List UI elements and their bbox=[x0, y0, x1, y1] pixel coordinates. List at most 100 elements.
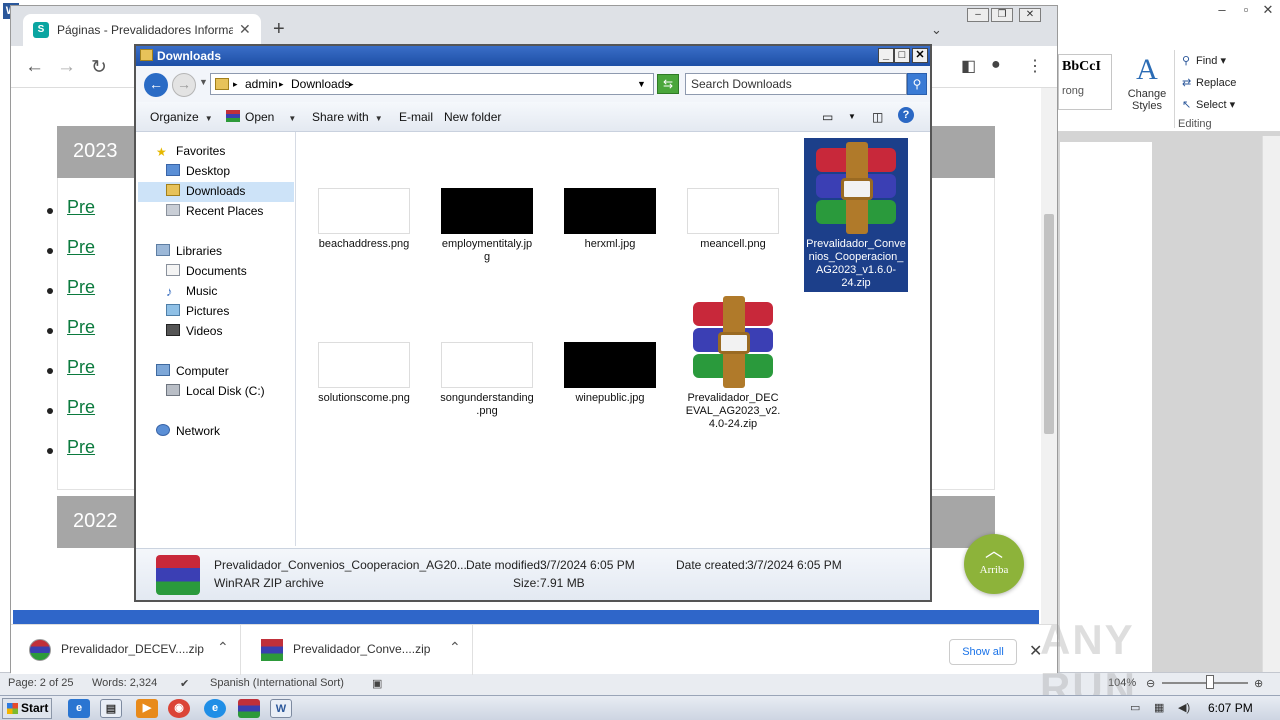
nav-desktop[interactable]: Desktop bbox=[166, 164, 230, 178]
word-count[interactable]: Words: 2,324 bbox=[92, 677, 157, 689]
prevalidador-link[interactable]: Pre bbox=[67, 317, 95, 338]
share-with-button[interactable]: Share with ▼ bbox=[312, 110, 383, 124]
prevalidador-link[interactable]: Pre bbox=[67, 357, 95, 378]
page-count[interactable]: Page: 2 of 25 bbox=[8, 677, 73, 689]
language-indicator[interactable]: Spanish (International Sort) bbox=[210, 677, 344, 689]
media-player-icon[interactable]: ▶ bbox=[136, 699, 158, 718]
file-item-image[interactable]: songunderstanding.png bbox=[437, 342, 537, 418]
sidepanel-icon[interactable]: ◧ bbox=[961, 56, 976, 76]
search-input[interactable]: Search Downloads bbox=[685, 73, 907, 95]
prevalidador-link[interactable]: Pre bbox=[67, 437, 95, 458]
nav-downloads[interactable]: Downloads bbox=[166, 184, 245, 198]
show-all-button[interactable]: Show all bbox=[949, 639, 1017, 665]
nav-recent-places[interactable]: Recent Places bbox=[166, 204, 263, 218]
tab-search-chevron-icon[interactable]: ⌄ bbox=[931, 22, 942, 38]
prevalidador-link[interactable]: Pre bbox=[67, 277, 95, 298]
style-gallery-item[interactable]: BbCcI rong bbox=[1058, 54, 1112, 110]
recent-pages-chevron-icon[interactable]: ▼ bbox=[199, 77, 208, 87]
macro-icon[interactable]: ▣ bbox=[372, 677, 382, 690]
chevron-up-icon[interactable]: ⌃ bbox=[449, 639, 461, 656]
file-item-archive[interactable]: Prevalidador_DECEVAL_AG2023_v2.4.0-24.zi… bbox=[683, 296, 783, 431]
back-arrow-icon[interactable]: ← bbox=[25, 56, 44, 78]
word-vertical-scrollbar[interactable] bbox=[1262, 136, 1280, 672]
nav-computer[interactable]: Computer bbox=[156, 364, 229, 378]
address-bar[interactable]: ▸ admin ▸ Downloads ▸ ▼ bbox=[210, 73, 654, 95]
prevalidador-link[interactable]: Pre bbox=[67, 397, 95, 418]
winrar-icon[interactable] bbox=[238, 699, 260, 718]
chrome-menu-icon[interactable]: ⋮ bbox=[1027, 56, 1043, 76]
address-dropdown-icon[interactable]: ▼ bbox=[637, 79, 646, 89]
change-view-icon[interactable]: ▭ bbox=[822, 110, 833, 124]
breadcrumb-separator-icon[interactable]: ▸ bbox=[349, 79, 354, 90]
tray-network-icon[interactable]: ▦ bbox=[1154, 701, 1164, 714]
proofing-icon[interactable]: ✔ bbox=[180, 677, 189, 690]
chrome-close-button[interactable]: ✕ bbox=[1019, 8, 1041, 22]
word-close-button[interactable]: ✕ bbox=[1258, 2, 1278, 18]
view-dropdown-icon[interactable]: ▼ bbox=[848, 112, 856, 121]
profile-avatar-icon[interactable]: ● bbox=[991, 56, 1001, 74]
prevalidador-link[interactable]: Pre bbox=[67, 237, 95, 258]
zoom-slider-thumb[interactable] bbox=[1206, 675, 1214, 689]
word-taskbar-icon[interactable]: W bbox=[270, 699, 292, 718]
start-button[interactable]: Start bbox=[2, 698, 52, 719]
clock[interactable]: 6:07 PM bbox=[1208, 701, 1253, 715]
back-to-top-button[interactable]: ︿ Arriba bbox=[964, 534, 1024, 594]
breadcrumb-admin[interactable]: admin bbox=[245, 77, 278, 91]
reload-icon[interactable]: ↻ bbox=[91, 56, 107, 79]
file-item-image[interactable]: winepublic.jpg bbox=[560, 342, 660, 405]
page-scrollbar-thumb[interactable] bbox=[1044, 214, 1054, 434]
preview-pane-icon[interactable]: ◫ bbox=[872, 110, 883, 124]
tray-volume-icon[interactable]: ◀) bbox=[1178, 701, 1190, 714]
forward-arrow-icon[interactable]: → bbox=[172, 73, 196, 97]
word-page[interactable] bbox=[1060, 142, 1152, 672]
new-folder-button[interactable]: New folder bbox=[444, 110, 501, 124]
help-icon[interactable]: ? bbox=[898, 107, 914, 123]
find-button[interactable]: ⚲ Find ▾ bbox=[1182, 54, 1226, 67]
zoom-in-icon[interactable]: ⊕ bbox=[1254, 677, 1263, 690]
nav-pictures[interactable]: Pictures bbox=[166, 304, 229, 318]
explorer-minimize-button[interactable]: _ bbox=[878, 48, 894, 63]
file-item-image[interactable]: employmentitaly.jpg bbox=[437, 188, 537, 264]
forward-arrow-icon[interactable]: → bbox=[57, 56, 76, 78]
explorer-close-button[interactable]: ✕ bbox=[912, 48, 928, 63]
chrome-restore-button[interactable]: ❐ bbox=[991, 8, 1013, 22]
browser-tab[interactable]: S Páginas - Prevalidadores Informacion ✕ bbox=[23, 14, 261, 46]
zoom-out-icon[interactable]: ⊖ bbox=[1146, 677, 1155, 690]
nav-libraries[interactable]: Libraries bbox=[156, 244, 222, 258]
nav-local-disk[interactable]: Local Disk (C:) bbox=[166, 384, 265, 398]
nav-network[interactable]: Network bbox=[156, 424, 220, 438]
word-maximize-button[interactable]: ▫ bbox=[1236, 2, 1256, 18]
file-item-image[interactable]: herxml.jpg bbox=[560, 188, 660, 251]
nav-videos[interactable]: Videos bbox=[166, 324, 222, 338]
back-arrow-icon[interactable]: ← bbox=[144, 73, 168, 97]
file-item-image[interactable]: beachaddress.png bbox=[314, 188, 414, 251]
word-minimize-button[interactable]: – bbox=[1212, 2, 1232, 18]
edge-icon[interactable]: e bbox=[204, 699, 226, 718]
download-item[interactable]: Prevalidador_Conve....zip ⌃ bbox=[243, 625, 473, 675]
tray-action-center-icon[interactable]: ▭ bbox=[1130, 701, 1140, 714]
prevalidador-link[interactable]: Pre bbox=[67, 197, 95, 218]
file-item-archive-selected[interactable]: Prevalidador_Convenios_Cooperacion_AG202… bbox=[804, 138, 908, 292]
nav-documents[interactable]: Documents bbox=[166, 264, 247, 278]
explorer-maximize-button[interactable]: □ bbox=[894, 48, 910, 63]
breadcrumb-separator-icon[interactable]: ▸ bbox=[233, 79, 238, 90]
open-button[interactable]: Open ▼ bbox=[226, 110, 296, 124]
chrome-minimize-button[interactable]: – bbox=[967, 8, 989, 22]
explorer-titlebar[interactable]: Downloads _ □ ✕ bbox=[136, 46, 930, 66]
zoom-slider[interactable] bbox=[1162, 682, 1248, 684]
change-styles-button[interactable]: A Change Styles bbox=[1124, 52, 1170, 112]
organize-button[interactable]: Organize ▼ bbox=[150, 110, 213, 124]
email-button[interactable]: E-mail bbox=[399, 110, 433, 124]
chevron-up-icon[interactable]: ⌃ bbox=[217, 639, 229, 656]
nav-music[interactable]: ♪ Music bbox=[166, 284, 217, 299]
internet-explorer-icon[interactable]: e bbox=[68, 699, 90, 718]
refresh-icon[interactable]: ⇆ bbox=[657, 74, 679, 94]
new-tab-icon[interactable]: + bbox=[273, 18, 285, 41]
explorer-taskbar-icon[interactable]: ▤ bbox=[100, 699, 122, 718]
tab-close-icon[interactable]: ✕ bbox=[239, 21, 251, 38]
breadcrumb-downloads[interactable]: Downloads bbox=[291, 77, 350, 91]
file-list-area[interactable]: beachaddress.png employmentitaly.jpg her… bbox=[298, 132, 930, 546]
search-icon[interactable]: ⚲ bbox=[907, 73, 927, 95]
download-item[interactable]: Prevalidador_DECEV....zip ⌃ bbox=[11, 625, 241, 675]
breadcrumb-separator-icon[interactable]: ▸ bbox=[279, 79, 284, 90]
